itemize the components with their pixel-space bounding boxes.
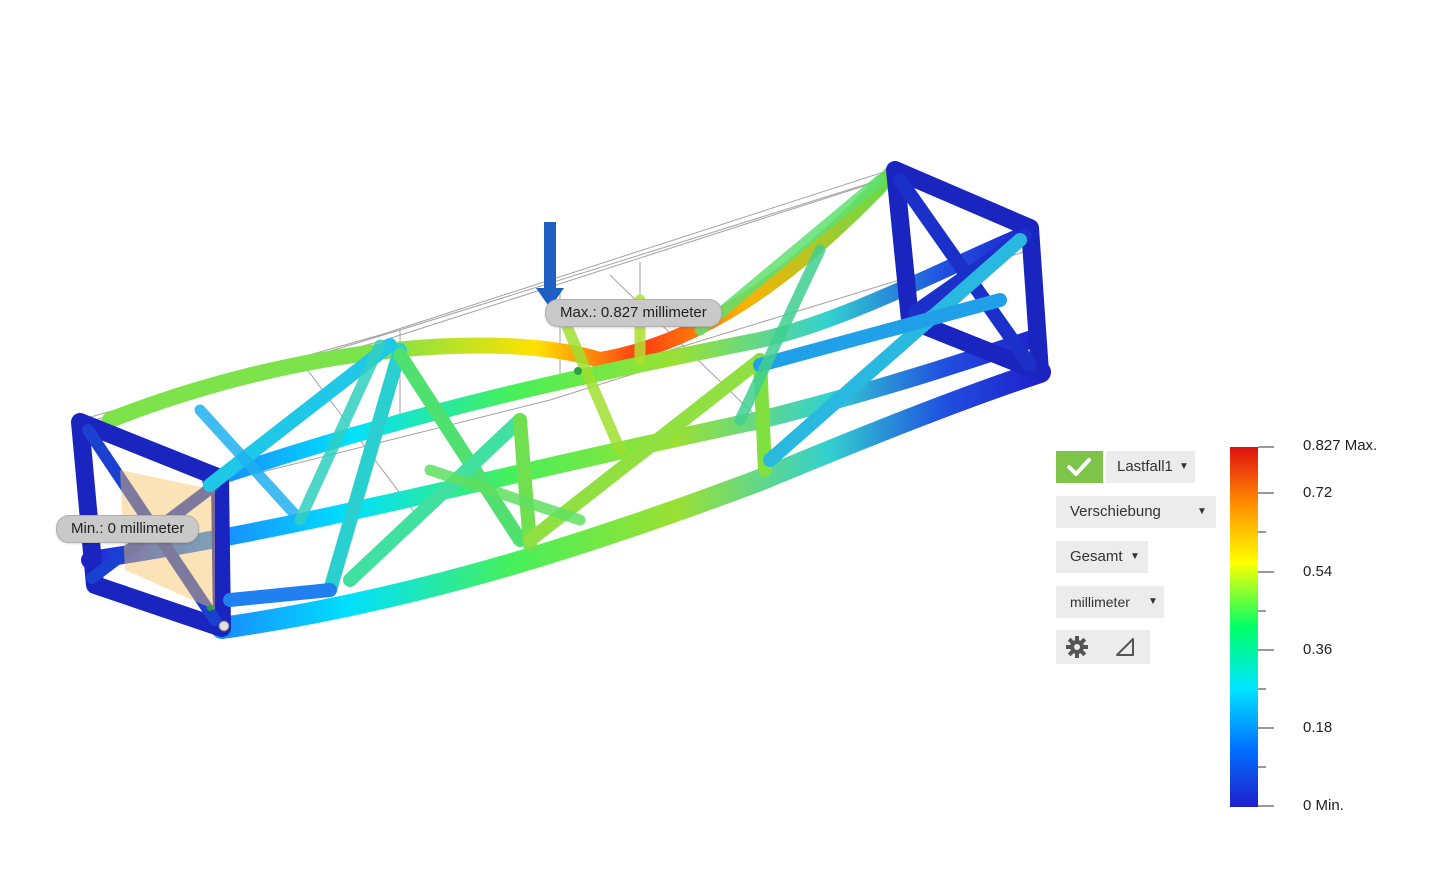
gear-icon[interactable] [1065, 635, 1089, 659]
checkmark-icon [1067, 458, 1091, 476]
max-displacement-probe[interactable]: Max.: 0.827 millimeter [545, 299, 722, 327]
result-type-dropdown[interactable]: Verschiebung ▼ [1056, 496, 1216, 528]
apply-button[interactable] [1056, 451, 1103, 483]
result-type-value: Verschiebung [1070, 503, 1161, 520]
deformation-scale-icon[interactable] [1114, 636, 1136, 658]
legend-min-label: 0 Min. [1303, 797, 1344, 814]
simulation-viewport[interactable] [0, 0, 1429, 880]
legend-max-label: 0.827 Max. [1303, 437, 1378, 454]
chevron-down-icon: ▼ [1179, 461, 1189, 472]
min-displacement-probe[interactable]: Min.: 0 millimeter [56, 515, 200, 543]
truss-model[interactable] [71, 161, 1051, 639]
color-legend-bar [1230, 446, 1274, 807]
load-case-value: Lastfall1 [1117, 458, 1173, 475]
load-case-dropdown[interactable]: Lastfall1 ▼ [1106, 451, 1195, 483]
unit-dropdown[interactable]: millimeter ▼ [1056, 586, 1164, 618]
legend-tick-label: 0.36 [1303, 641, 1333, 658]
component-dropdown[interactable]: Gesamt ▼ [1056, 541, 1148, 573]
chevron-down-icon: ▼ [1148, 596, 1158, 607]
chevron-down-icon: ▼ [1130, 551, 1140, 562]
legend-tick-label: 0.18 [1303, 719, 1333, 736]
chevron-down-icon: ▼ [1197, 506, 1207, 517]
component-value: Gesamt [1070, 548, 1123, 565]
unit-value: millimeter [1070, 594, 1130, 610]
legend-tick-label: 0.72 [1303, 484, 1333, 501]
legend-tools-bar [1056, 630, 1150, 664]
legend-tick-label: 0.54 [1303, 563, 1333, 580]
